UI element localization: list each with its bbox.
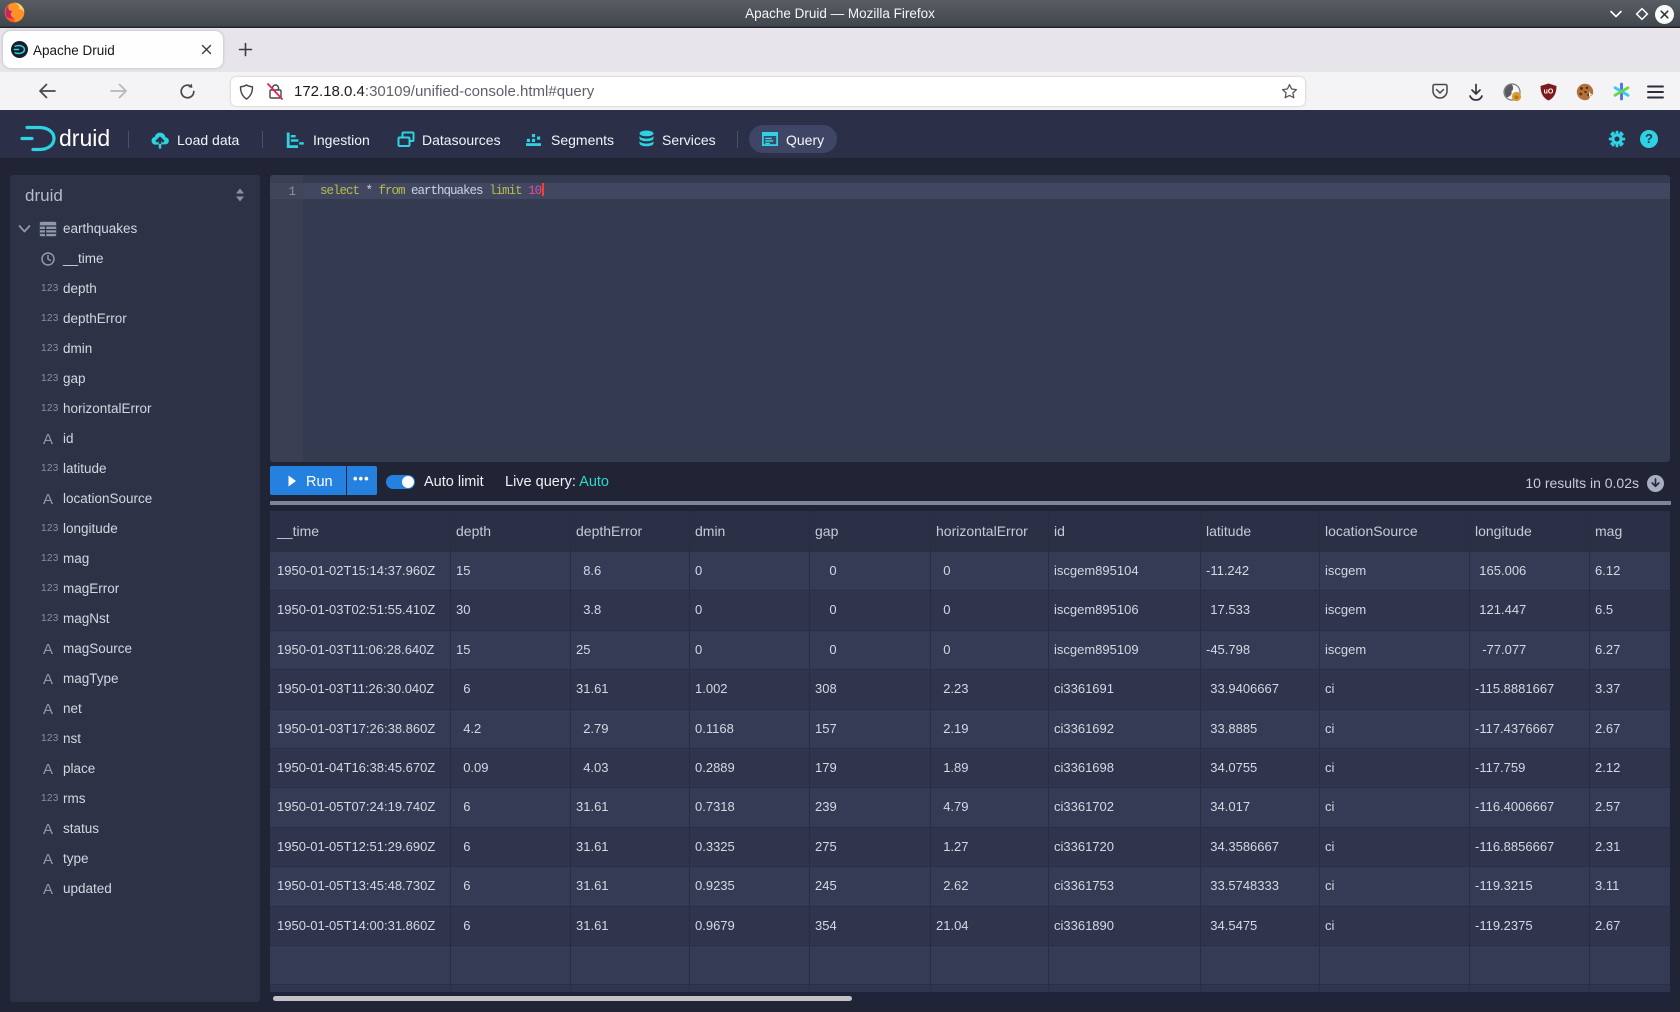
svg-text:uO: uO bbox=[1544, 89, 1554, 96]
